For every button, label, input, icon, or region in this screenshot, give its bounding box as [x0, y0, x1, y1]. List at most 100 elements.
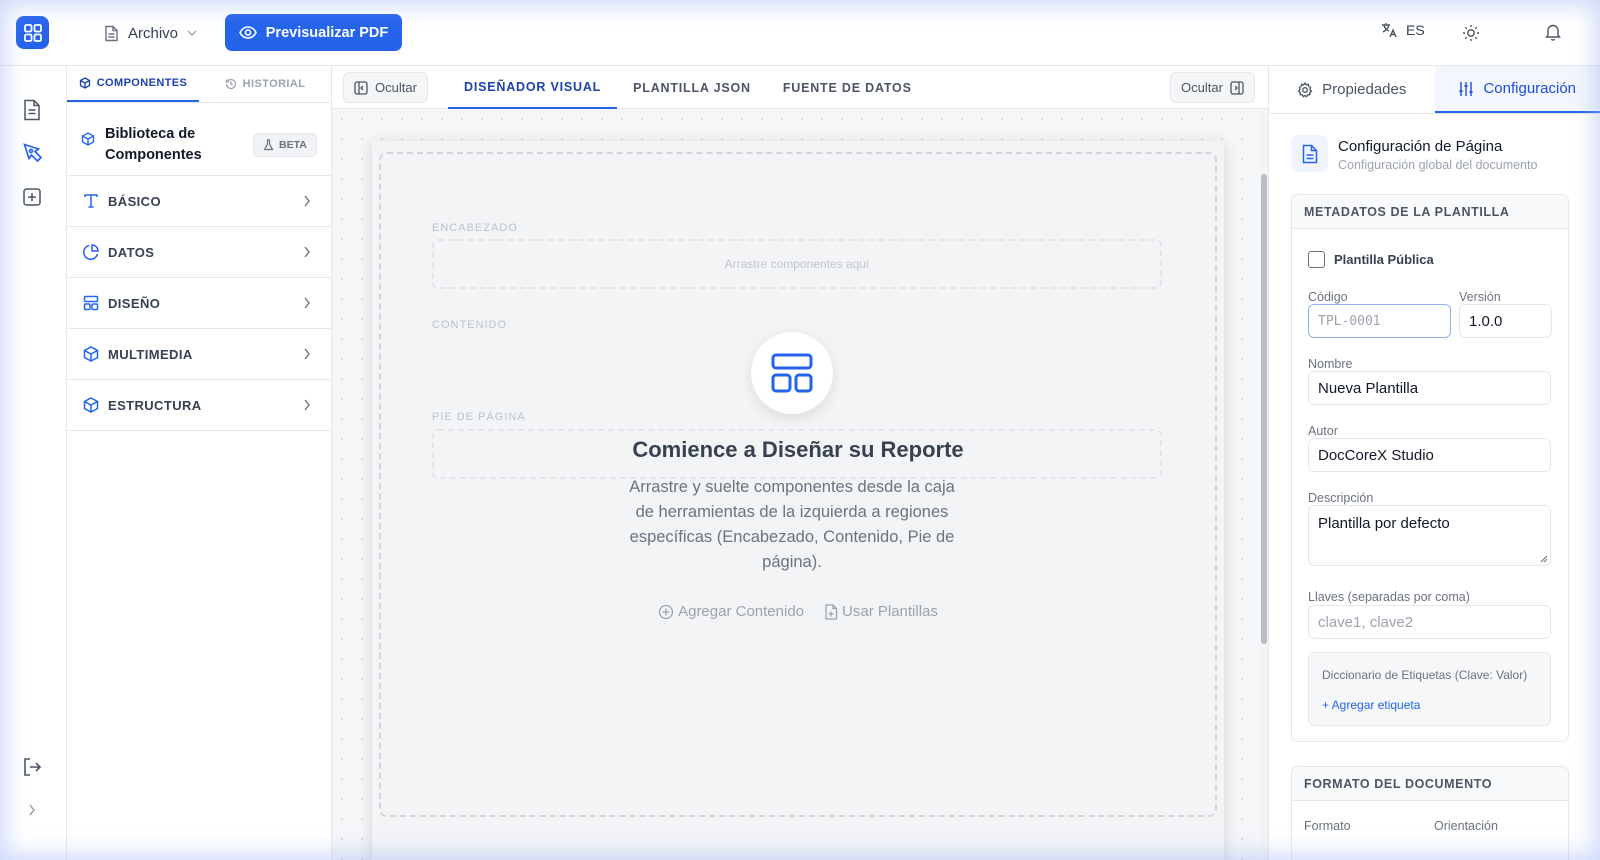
chevron-down-icon	[187, 30, 197, 36]
box-icon	[83, 346, 99, 362]
category-label: BÁSICO	[108, 193, 161, 209]
logout-icon[interactable]	[22, 757, 42, 777]
chevron-right-icon	[304, 195, 310, 207]
top-bar: Archivo Previsualizar PDF ES	[0, 0, 1600, 66]
file-plus-icon	[825, 603, 838, 620]
design-canvas[interactable]: ENCABEZADO Arrastre componentes aquí CON…	[332, 109, 1268, 860]
library-header: Biblioteca de Componentes BETA	[67, 103, 331, 176]
version-label: Versión	[1459, 290, 1501, 304]
translate-icon	[1382, 23, 1397, 38]
format-section-title[interactable]: FORMATO DEL DOCUMENTO	[1292, 767, 1568, 801]
add-content-button[interactable]: Agregar Contenido	[658, 603, 804, 620]
tab-propiedades[interactable]: Propiedades	[1269, 66, 1435, 113]
region-footer-label: PIE DE PÁGINA	[432, 411, 526, 423]
add-tag-link[interactable]: + Agregar etiqueta	[1322, 698, 1420, 712]
plus-circle-icon	[658, 604, 674, 619]
hide-left-panel-button[interactable]: Ocultar	[343, 72, 428, 103]
metadata-section-title[interactable]: METADATOS DE LA PLANTILLA	[1292, 195, 1568, 229]
region-header-label: ENCABEZADO	[432, 222, 518, 234]
bell-icon[interactable]	[1545, 23, 1561, 41]
properties-panel: Propiedades Configuración Configuración …	[1268, 66, 1600, 860]
document-icon[interactable]	[22, 99, 42, 121]
preview-pdf-button[interactable]: Previsualizar PDF	[225, 14, 402, 51]
name-label: Nombre	[1308, 357, 1353, 371]
app-window: Archivo Previsualizar PDF ES COMPONENTES…	[0, 0, 1600, 860]
tab-configuracion[interactable]: Configuración	[1434, 66, 1600, 113]
category-diseno[interactable]: DISEÑO	[67, 278, 331, 329]
description-label: Descripción	[1308, 491, 1374, 505]
version-input[interactable]: 1.0.0	[1459, 304, 1552, 338]
sliders-icon	[1459, 81, 1474, 96]
components-panel: COMPONENTES HISTORIAL Biblioteca de Comp…	[67, 66, 332, 860]
tab-disenador-visual[interactable]: DISEÑADOR VISUAL	[448, 66, 618, 109]
designer-pen-icon[interactable]	[22, 142, 44, 164]
language-code: ES	[1406, 22, 1425, 38]
metadata-section: METADATOS DE LA PLANTILLA Plantilla Públ…	[1291, 194, 1569, 742]
resize-grip-icon[interactable]	[1540, 555, 1548, 563]
flask-icon	[263, 139, 274, 151]
description-textarea[interactable]: Plantilla por defecto	[1308, 505, 1551, 566]
tab-historial-label: HISTORIAL	[242, 78, 306, 90]
app-grid-icon[interactable]	[16, 16, 49, 49]
tab-fuente-de-datos[interactable]: FUENTE DE DATOS	[767, 66, 928, 109]
hide-right-panel-button[interactable]: Ocultar	[1170, 72, 1255, 103]
canvas-scroll-thumb[interactable]	[1261, 174, 1267, 644]
empty-state-icon	[751, 332, 833, 414]
keys-label: Llaves (separadas por coma)	[1308, 590, 1470, 604]
category-multimedia[interactable]: MULTIMEDIA	[67, 329, 331, 380]
category-estructura[interactable]: ESTRUCTURA	[67, 380, 331, 431]
empty-state-title: Comience a Diseñar su Reporte	[632, 437, 964, 462]
empty-state-description: Arrastre y suelte componentes desde la c…	[629, 478, 955, 571]
panel-left-icon	[354, 80, 368, 95]
category-datos[interactable]: DATOS	[67, 227, 331, 278]
author-input[interactable]: DocCoreX Studio	[1308, 438, 1551, 472]
category-label: DISEÑO	[108, 295, 161, 311]
file-icon	[105, 25, 118, 41]
public-template-toggle[interactable]: Plantilla Pública	[1308, 251, 1434, 268]
preview-pdf-label: Previsualizar PDF	[265, 24, 389, 41]
header-drop-zone[interactable]: Arrastre componentes aquí	[432, 239, 1162, 289]
public-template-label: Plantilla Pública	[1334, 252, 1434, 267]
code-label: Código	[1308, 290, 1348, 304]
tab-propiedades-label: Propiedades	[1322, 81, 1407, 98]
category-label: DATOS	[108, 244, 155, 260]
tab-componentes-label: COMPONENTES	[96, 77, 188, 89]
pie-chart-icon	[83, 244, 99, 260]
report-page[interactable]: ENCABEZADO Arrastre componentes aquí CON…	[372, 141, 1224, 860]
add-square-icon[interactable]	[22, 187, 42, 207]
format-label: Formato	[1304, 819, 1351, 833]
library-title: Biblioteca de Componentes	[105, 126, 202, 163]
category-label: MULTIMEDIA	[108, 346, 193, 362]
chevron-right-icon	[304, 246, 310, 258]
use-templates-button[interactable]: Usar Plantillas	[824, 603, 938, 620]
hide-right-label: Ocultar	[1181, 80, 1223, 95]
category-basico[interactable]: BÁSICO	[67, 176, 331, 227]
region-content-label: CONTENIDO	[432, 319, 507, 331]
tab-historial[interactable]: HISTORIAL	[199, 66, 331, 102]
components-panel-tabs: COMPONENTES HISTORIAL	[67, 66, 331, 103]
tags-dictionary-title: Diccionario de Etiquetas (Clave: Valor)	[1322, 668, 1528, 682]
add-content-label: Agregar Contenido	[678, 603, 805, 620]
file-menu-label: Archivo	[128, 24, 179, 42]
tab-plantilla-json[interactable]: PLANTILLA JSON	[617, 66, 767, 109]
file-menu[interactable]: Archivo	[104, 21, 197, 45]
designer-toolbar: Ocultar DISEÑADOR VISUAL PLANTILLA JSON …	[332, 66, 1268, 109]
config-subtitle: Configuración global del documento	[1338, 158, 1538, 172]
tab-componentes[interactable]: COMPONENTES	[67, 66, 199, 102]
eye-icon	[238, 26, 257, 39]
beta-badge-label: BETA	[279, 139, 307, 151]
name-input[interactable]: Nueva Plantilla	[1308, 371, 1551, 405]
theme-toggle-icon[interactable]	[1462, 24, 1480, 42]
expand-rail-chevron-icon[interactable]	[28, 804, 36, 816]
icon-rail	[0, 66, 67, 860]
type-icon	[84, 194, 98, 208]
chevron-right-icon	[304, 297, 310, 309]
language-selector[interactable]: ES	[1381, 22, 1425, 38]
code-input[interactable]: TPL-0001	[1308, 304, 1451, 338]
gear-icon	[1297, 81, 1313, 98]
keys-input[interactable]: clave1, clave2	[1308, 605, 1551, 639]
beta-badge: BETA	[253, 133, 317, 157]
public-template-checkbox[interactable]	[1308, 251, 1325, 268]
drop-placeholder: Arrastre componentes aquí	[724, 257, 870, 271]
box-icon	[83, 397, 99, 413]
